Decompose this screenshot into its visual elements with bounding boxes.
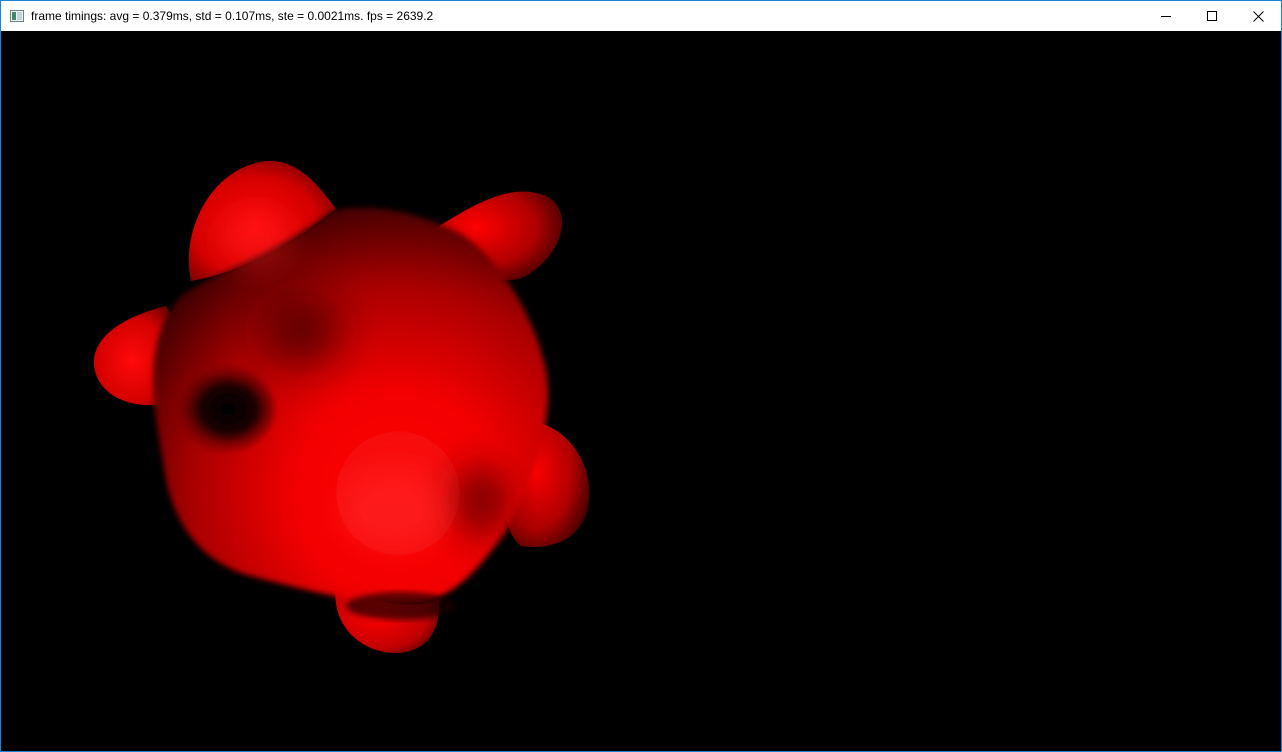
minimize-button[interactable] — [1143, 1, 1189, 31]
render-canvas — [1, 31, 1281, 751]
window-title: frame timings: avg = 0.379ms, std = 0.10… — [31, 9, 434, 23]
maximize-icon — [1207, 11, 1217, 21]
close-button[interactable] — [1235, 1, 1281, 31]
close-icon — [1252, 10, 1264, 22]
app-window: frame timings: avg = 0.379ms, std = 0.10… — [0, 0, 1282, 752]
minimize-icon — [1161, 16, 1171, 17]
window-controls — [1143, 1, 1281, 31]
title-bar[interactable]: frame timings: avg = 0.379ms, std = 0.10… — [1, 1, 1281, 31]
maximize-button[interactable] — [1189, 1, 1235, 31]
blob-cavity — [171, 365, 275, 453]
render-viewport[interactable] — [1, 31, 1281, 751]
app-icon[interactable] — [10, 10, 24, 22]
